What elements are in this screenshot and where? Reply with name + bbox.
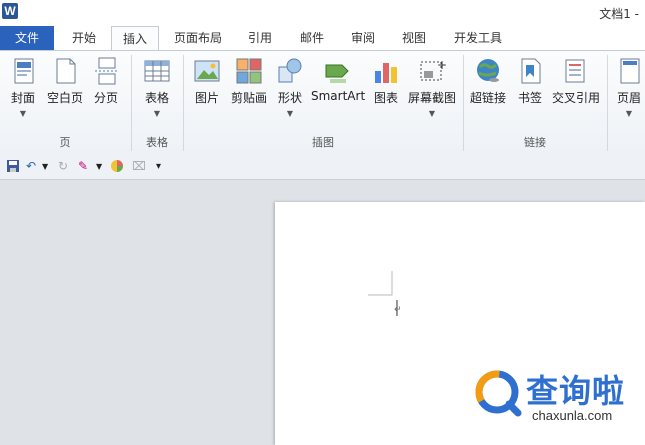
word-app-icon[interactable]: W (2, 3, 18, 19)
tab-insert[interactable]: 插入 (111, 26, 159, 51)
group-tables-label: 表格 (146, 136, 168, 149)
tab-file[interactable]: 文件 (0, 26, 54, 50)
cover-page-label: 封面 (10, 91, 35, 105)
bookmark-button[interactable]: 书签 (514, 57, 546, 106)
hyperlink-icon (474, 57, 502, 85)
tab-review[interactable]: 审阅 (343, 26, 383, 49)
dropdown-arrow-icon: ▼ (153, 109, 161, 118)
blank-page-label: 空白页 (46, 91, 83, 105)
blank-page-icon (51, 57, 79, 85)
hyperlink-button[interactable]: 超链接 (468, 57, 508, 106)
dropdown-arrow-icon: ▼ (19, 109, 27, 118)
shapes-label: 形状 (277, 91, 302, 105)
document-title: 文档1 - (599, 7, 639, 21)
header-icon (615, 57, 643, 85)
chevron-down-icon[interactable]: ▼ (96, 162, 102, 171)
clear-format-icon[interactable]: ⌧ (132, 159, 146, 173)
cross-reference-icon (562, 57, 590, 85)
cross-reference-button[interactable]: 交叉引用 (551, 57, 601, 106)
shapes-icon (276, 57, 304, 85)
screenshot-button[interactable]: + 屏幕截图 ▼ (406, 57, 458, 118)
clip-art-label: 剪贴画 (230, 91, 267, 105)
tab-home[interactable]: 开始 (62, 26, 106, 49)
chaxunla-logo-icon (470, 366, 524, 420)
format-painter-icon[interactable]: ✎ (78, 159, 88, 173)
group-divider (607, 55, 608, 151)
page-break-button[interactable]: 分页 (90, 57, 122, 106)
ribbon-tab-bar: 文件 开始 插入 页面布局 引用 邮件 审阅 视图 开发工具 (0, 26, 645, 51)
header-button[interactable]: 页眉 ▼ (614, 57, 644, 118)
shapes-button[interactable]: 形状 ▼ (274, 57, 306, 118)
picture-icon (193, 57, 221, 85)
title-bar: W 文档1 - (0, 0, 645, 26)
dropdown-arrow-icon: ▼ (428, 109, 436, 118)
smartart-button[interactable]: SmartArt (311, 57, 365, 103)
tab-view[interactable]: 视图 (394, 26, 434, 49)
brand-cn: 查询啦 (526, 372, 626, 410)
group-pages-label: 页 (59, 136, 71, 149)
undo-icon[interactable]: ↶ (26, 159, 36, 173)
cover-page-button[interactable]: 封面 ▼ (6, 57, 40, 118)
bookmark-label: 书签 (517, 91, 542, 105)
chevron-down-icon[interactable]: ▼ (42, 162, 48, 171)
smartart-icon (324, 57, 352, 85)
page-break-icon (92, 57, 120, 85)
tab-developer[interactable]: 开发工具 (446, 26, 510, 49)
save-icon[interactable] (6, 159, 20, 176)
bookmark-icon (516, 57, 544, 85)
table-label: 表格 (144, 91, 169, 105)
clip-art-button[interactable]: 剪贴画 (229, 57, 269, 106)
tab-page-layout[interactable]: 页面布局 (166, 26, 230, 49)
picture-label: 图片 (194, 91, 219, 105)
color-icon[interactable] (110, 159, 124, 176)
paragraph-mark: ↵ (394, 305, 402, 315)
page-break-label: 分页 (93, 91, 118, 105)
brand-en: chaxunla.com (532, 408, 613, 423)
chart-button[interactable]: 图表 (370, 57, 402, 106)
table-button[interactable]: 表格 ▼ (140, 57, 174, 118)
picture-button[interactable]: 图片 (190, 57, 224, 106)
tab-references[interactable]: 引用 (240, 26, 280, 49)
chart-label: 图表 (373, 91, 398, 105)
screenshot-icon: + (418, 57, 447, 85)
redo-icon[interactable]: ↻ (58, 159, 68, 173)
dropdown-arrow-icon: ▼ (625, 109, 633, 118)
customize-qat-icon[interactable]: ▾ (156, 161, 161, 172)
group-links-label: 链接 (524, 136, 546, 149)
table-icon (143, 57, 171, 85)
ribbon-insert: 封面 ▼ 空白页 分页 页 表格 ▼ 表格 图片 剪贴画 形状 ▼ SmartA… (0, 50, 645, 156)
site-watermark: 查询啦 chaxunla.com (470, 364, 640, 434)
smartart-label: SmartArt (311, 89, 366, 103)
cross-reference-label: 交叉引用 (551, 91, 600, 105)
clip-art-icon (235, 57, 263, 85)
header-label: 页眉 (616, 91, 641, 105)
screenshot-label: 屏幕截图 (407, 91, 456, 105)
svg-text:+: + (437, 58, 446, 72)
dropdown-arrow-icon: ▼ (286, 109, 294, 118)
cover-page-icon (9, 57, 37, 85)
quick-access-toolbar: ↶ ▼ ↻ ✎ ▼ ⌧ ▾ (0, 155, 645, 180)
blank-page-button[interactable]: 空白页 (46, 57, 84, 106)
chart-icon (372, 57, 400, 85)
tab-mailings[interactable]: 邮件 (292, 26, 332, 49)
hyperlink-label: 超链接 (469, 91, 506, 105)
group-illustrations-label: 插图 (312, 136, 334, 149)
